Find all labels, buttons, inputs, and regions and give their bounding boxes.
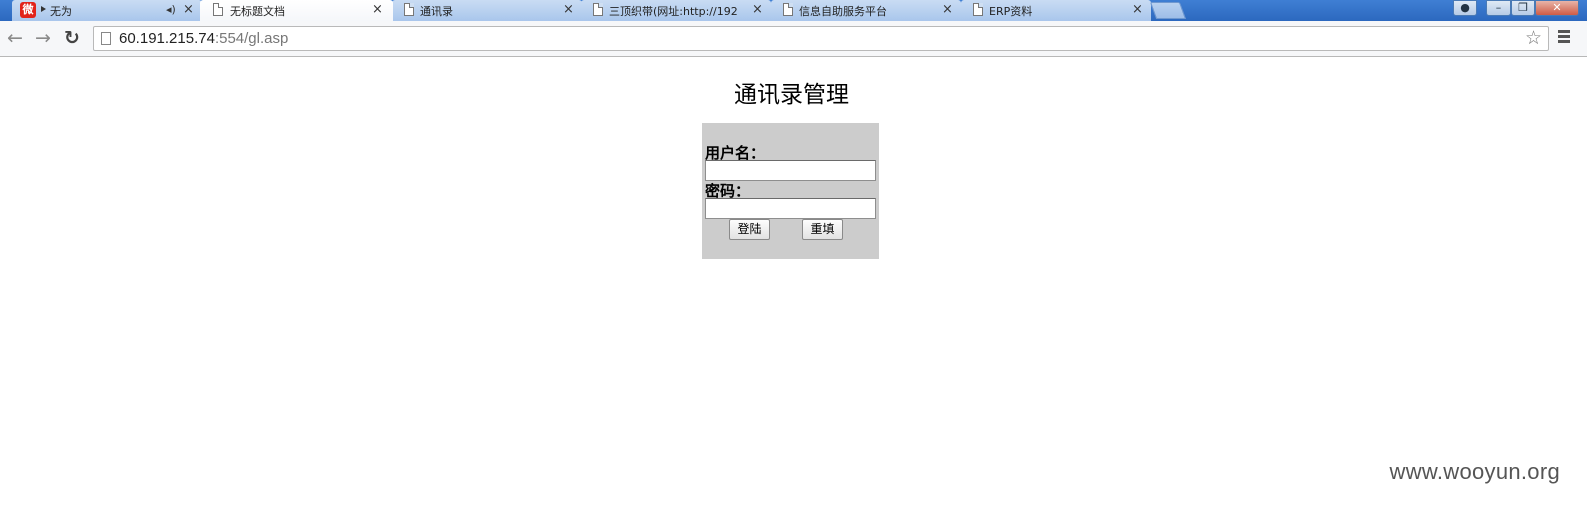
- browser-toolbar: ← → ↻ 60.191.215.74:554/gl.asp ☆: [0, 21, 1587, 57]
- close-tab-icon[interactable]: ×: [563, 2, 574, 17]
- tab-title: 信息自助服务平台: [799, 5, 887, 18]
- tab-address-book[interactable]: 通讯录 ×: [392, 0, 582, 21]
- new-tab-button[interactable]: [1149, 2, 1187, 19]
- minimize-icon[interactable]: –: [1486, 0, 1511, 16]
- tab-title: 通讯录: [420, 5, 453, 18]
- login-form: 用户名： 密码： 登陆 重填: [702, 123, 879, 259]
- playing-icon: [41, 6, 46, 12]
- tab-wuwei[interactable]: 微 无为 ◂) ×: [12, 0, 202, 21]
- tab-title: ERP资料: [989, 5, 1033, 18]
- reset-button[interactable]: 重填: [802, 219, 843, 240]
- page-icon: [404, 3, 414, 16]
- tab-untitled-document[interactable]: 无标题文档 ×: [200, 0, 393, 21]
- bookmark-star-icon[interactable]: ☆: [1525, 28, 1542, 48]
- close-tab-icon[interactable]: ×: [183, 2, 194, 17]
- reload-icon[interactable]: ↻: [64, 28, 80, 48]
- tab-erp[interactable]: ERP资料 ×: [961, 0, 1151, 21]
- close-tab-icon[interactable]: ×: [1132, 2, 1143, 17]
- user-profile-icon[interactable]: ●: [1453, 0, 1477, 16]
- tab-title: 无标题文档: [230, 5, 285, 18]
- close-tab-icon[interactable]: ×: [752, 2, 763, 17]
- weibo-icon: 微: [20, 2, 36, 18]
- watermark: www.wooyun.org: [1389, 459, 1560, 484]
- page-title: 通讯录管理: [734, 82, 849, 108]
- restore-icon[interactable]: ❐: [1511, 0, 1535, 16]
- page-icon: [213, 3, 223, 16]
- back-icon[interactable]: ←: [7, 28, 23, 48]
- url-host: 60.191.215.74: [119, 30, 215, 47]
- page-icon: [101, 32, 111, 45]
- menu-icon[interactable]: [1558, 30, 1570, 45]
- close-tab-icon[interactable]: ×: [372, 2, 383, 17]
- tab-title: 无为: [50, 5, 72, 18]
- password-input[interactable]: [705, 198, 876, 219]
- page-icon: [783, 3, 793, 16]
- username-input[interactable]: [705, 160, 876, 181]
- close-window-icon[interactable]: ✕: [1535, 0, 1579, 16]
- page-icon: [973, 3, 983, 16]
- forward-icon[interactable]: →: [35, 28, 51, 48]
- tab-title: 三顶织带(网址:http://192: [609, 5, 738, 18]
- tab-strip: 微 无为 ◂) × 无标题文档 × 通讯录 × 三顶织带(网址:http://1…: [0, 0, 1587, 21]
- tab-self-service[interactable]: 信息自助服务平台 ×: [771, 0, 961, 21]
- close-tab-icon[interactable]: ×: [942, 2, 953, 17]
- login-button[interactable]: 登陆: [729, 219, 770, 240]
- address-bar[interactable]: 60.191.215.74:554/gl.asp ☆: [93, 26, 1549, 51]
- url-text[interactable]: 60.191.215.74:554/gl.asp: [119, 30, 288, 47]
- speaker-icon[interactable]: ◂): [166, 3, 176, 16]
- page-icon: [593, 3, 603, 16]
- tab-sanding[interactable]: 三顶织带(网址:http://192 ×: [581, 0, 771, 21]
- url-path: :554/gl.asp: [214, 30, 289, 47]
